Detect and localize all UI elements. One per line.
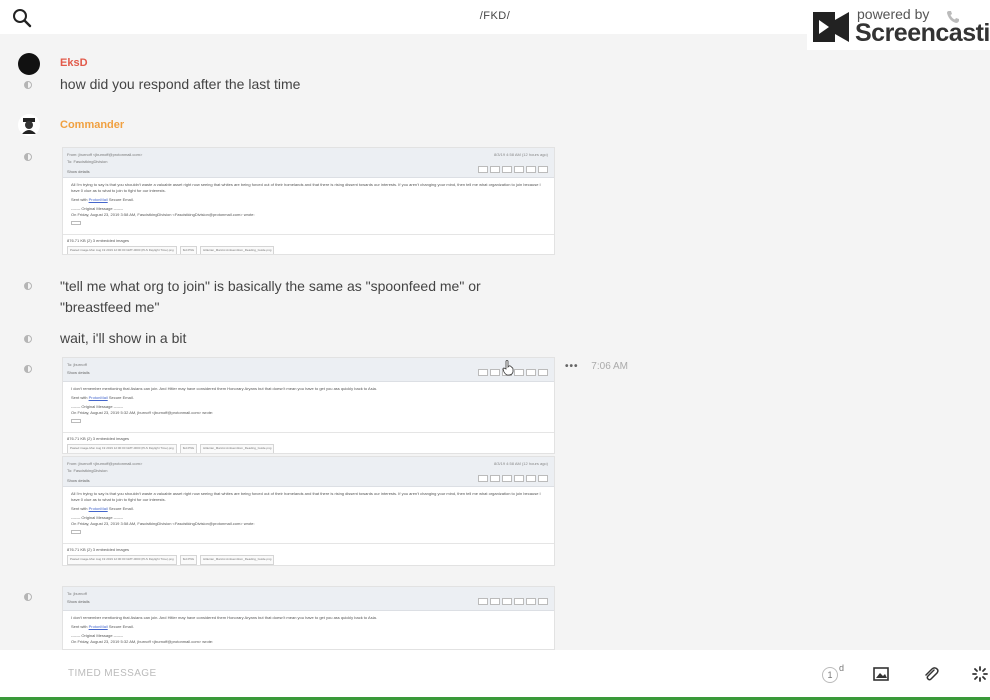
message-meta: ••• 7:06 AM — [565, 361, 628, 372]
timed-message-input[interactable]: TIMED MESSAGE — [68, 668, 157, 679]
composer-bar: TIMED MESSAGE 1 d — [0, 650, 990, 698]
timer-unit: d — [839, 663, 845, 673]
read-status-icon — [24, 335, 32, 343]
email-body: I don't remember mentioning that Asians … — [63, 382, 554, 432]
read-status-icon — [24, 593, 32, 601]
message-text: how did you respond after the last time — [60, 76, 301, 92]
email-body: All I'm trying to say is that you should… — [63, 178, 554, 234]
email-header-bar: To: jburnoff Show details — [63, 587, 554, 611]
email-toolbar — [478, 598, 548, 605]
email-attachments: 876.71 KB (2) 3 embedded images Pasted i… — [63, 543, 554, 565]
email-toolbar — [478, 475, 548, 482]
email-attachments: 876.71 KB (2) 3 embedded images Pasted i… — [63, 234, 554, 254]
email-attachments: 876.71 KB (2) 3 embedded images Pasted i… — [63, 432, 554, 453]
message-list[interactable]: EksD how did you respond after the last … — [0, 34, 990, 650]
paperclip-icon[interactable] — [923, 666, 939, 682]
email-screenshot-image[interactable]: From: jburnoff <jburnoff@protonmail.com>… — [62, 456, 555, 566]
read-status-icon — [24, 282, 32, 290]
read-status-icon — [24, 365, 32, 373]
image-icon[interactable] — [873, 666, 889, 682]
email-screenshot-image[interactable]: To: jburnoff Show details I don't rememb… — [62, 357, 555, 454]
email-toolbar — [478, 166, 548, 173]
message-text: "tell me what org to join" is basically … — [60, 278, 481, 315]
hand-cursor-icon — [502, 360, 514, 376]
message-timer-button[interactable]: 1 d — [822, 663, 846, 685]
avatar[interactable] — [18, 114, 40, 136]
email-header-bar: To: jburnoff Show details — [63, 358, 554, 382]
more-options-icon[interactable]: ••• — [565, 361, 579, 372]
read-status-icon — [24, 81, 32, 89]
phone-icon[interactable] — [946, 10, 960, 24]
message-timestamp: 7:06 AM — [591, 361, 628, 372]
username[interactable]: EksD — [60, 57, 88, 69]
username[interactable]: Commander — [60, 119, 124, 131]
email-screenshot-image[interactable]: From: jburnoff <jburnoff@protonmail.com>… — [62, 147, 555, 255]
loading-spinner-icon[interactable] — [972, 666, 988, 682]
read-status-icon — [24, 153, 32, 161]
avatar[interactable] — [18, 53, 40, 75]
timer-value: 1 — [822, 667, 838, 683]
email-header-bar: From: jburnoff <jburnoff@protonmail.com>… — [63, 148, 554, 178]
email-screenshot-image[interactable]: To: jburnoff Show details I don't rememb… — [62, 586, 555, 650]
message-text: wait, i'll show in a bit — [60, 330, 187, 346]
email-body: All I'm trying to say is that you should… — [63, 487, 554, 543]
email-body: I don't remember mentioning that Asians … — [71, 615, 377, 644]
email-header-bar: From: jburnoff <jburnoff@protonmail.com>… — [63, 457, 554, 487]
